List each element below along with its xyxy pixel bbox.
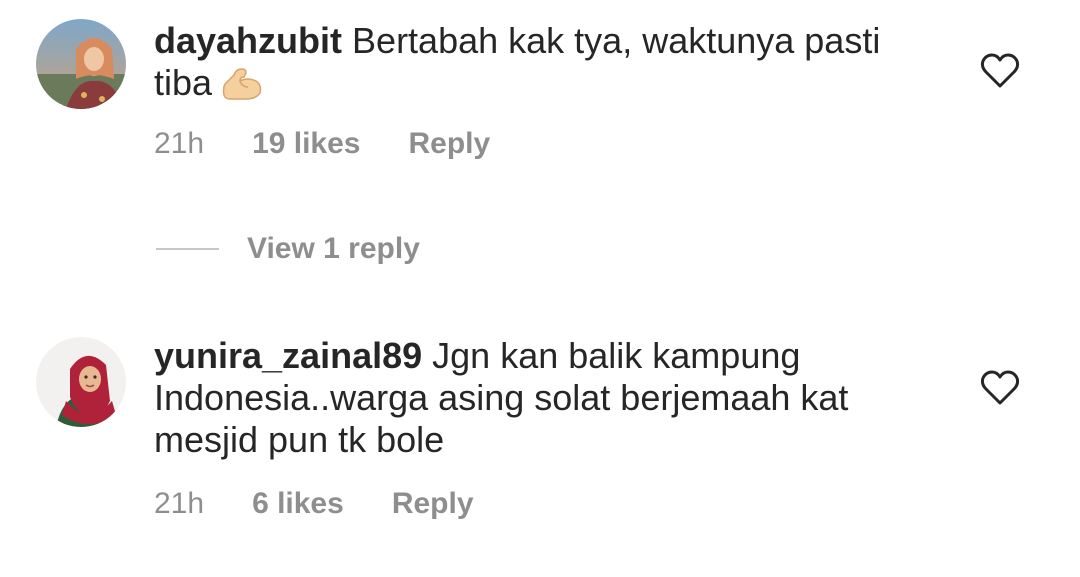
- comment-timestamp: 21h: [154, 127, 205, 160]
- comment-username[interactable]: yunira_zainal89: [154, 335, 422, 376]
- flexed-biceps-emoji: [220, 65, 264, 110]
- avatar[interactable]: [36, 19, 126, 109]
- reply-button[interactable]: Reply: [392, 487, 474, 521]
- heart-outline-icon[interactable]: [980, 53, 1020, 89]
- view-replies-button[interactable]: View 1 reply: [156, 229, 420, 269]
- comment-username[interactable]: dayahzubit: [154, 20, 342, 61]
- view-replies-label[interactable]: View 1 reply: [247, 232, 420, 266]
- comment-likes[interactable]: 6 likes: [252, 487, 344, 521]
- view-replies-divider: [156, 248, 219, 250]
- comment-meta: 21h 19 likes Reply: [154, 124, 490, 164]
- comment-text-block: yunira_zainal89 Jgn kan balik kampung In…: [154, 335, 944, 461]
- reply-button[interactable]: Reply: [409, 127, 491, 161]
- comment-text-block: dayahzubit Bertabah kak tya, waktunya pa…: [154, 20, 944, 110]
- comment-likes[interactable]: 19 likes: [252, 127, 360, 161]
- comment-timestamp: 21h: [154, 487, 205, 520]
- heart-outline-icon[interactable]: [980, 370, 1020, 406]
- comment-meta: 21h 6 likes Reply: [154, 484, 474, 524]
- avatar[interactable]: [36, 337, 126, 427]
